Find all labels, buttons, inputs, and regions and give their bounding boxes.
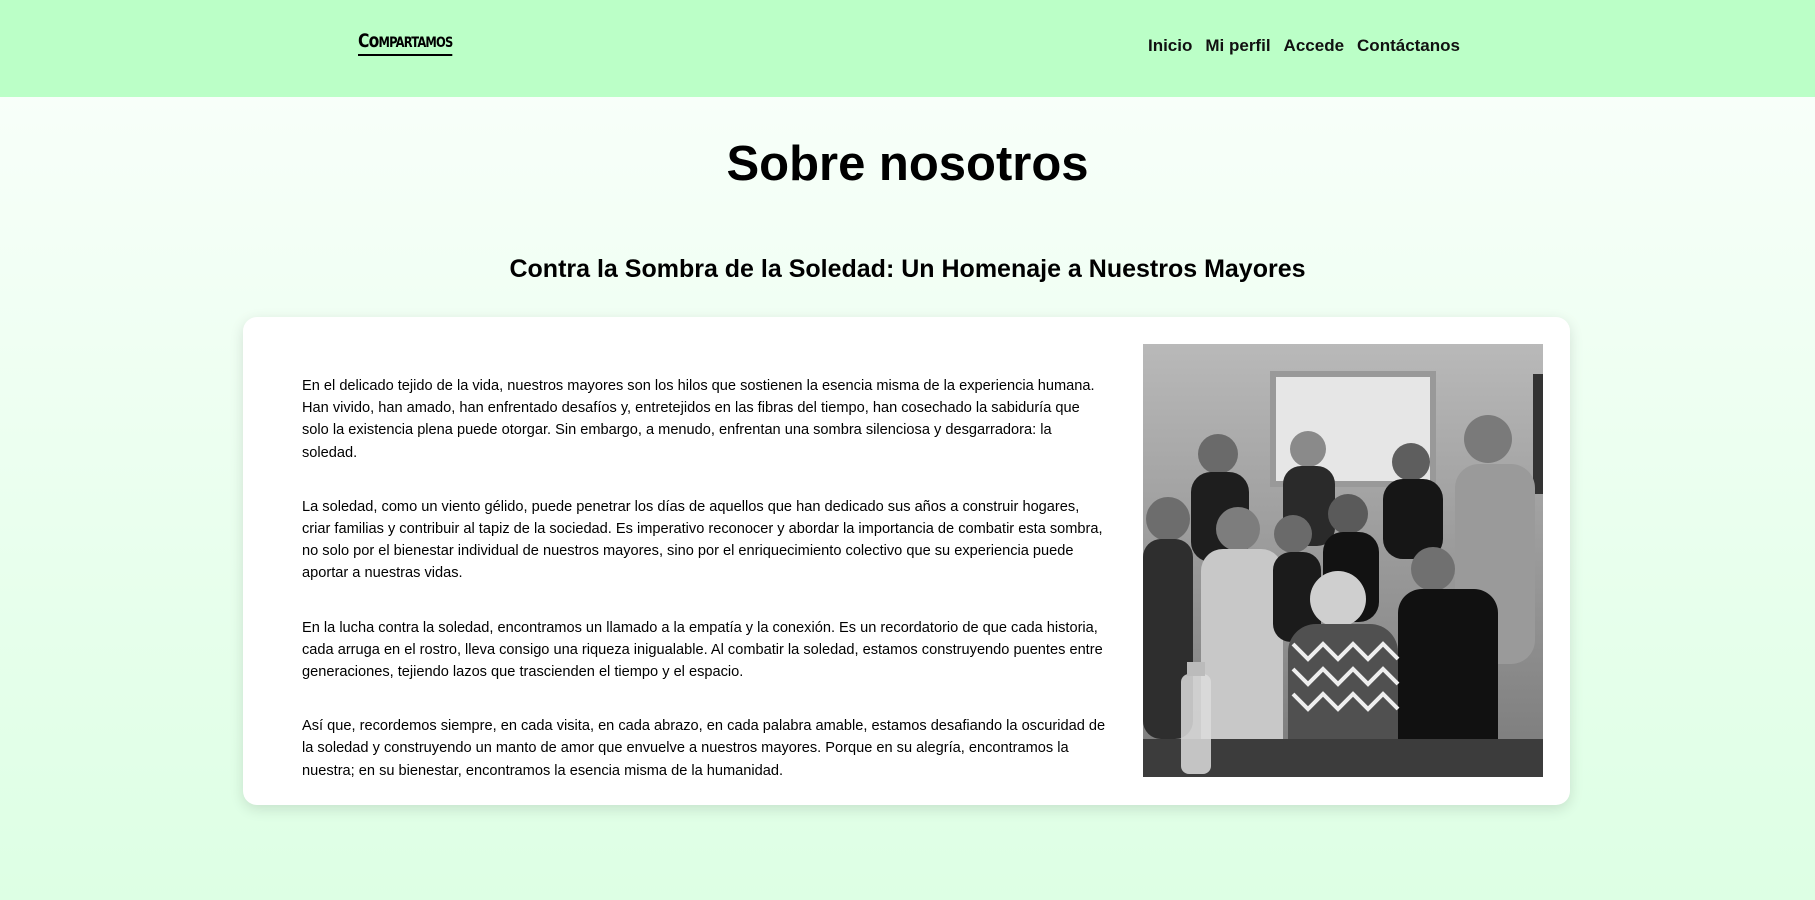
compartamos-logo[interactable]: CoMPARTAMOS: [358, 31, 453, 56]
page-subtitle: Contra la Sombra de la Soledad: Un Homen…: [509, 255, 1306, 283]
group-photo: [1143, 344, 1543, 777]
site-header: CoMPARTAMOS Inicio Mi perfil Accede Cont…: [0, 0, 1815, 97]
page-title: Sobre nosotros: [726, 137, 1089, 191]
about-card: En el delicado tejido de la vida, nuestr…: [243, 317, 1570, 805]
nav-mi-perfil[interactable]: Mi perfil: [1205, 36, 1270, 56]
nav-contactanos[interactable]: Contáctanos: [1357, 36, 1460, 56]
main-nav: Inicio Mi perfil Accede Contáctanos: [1148, 36, 1460, 56]
paragraph-1: En el delicado tejido de la vida, nuestr…: [302, 378, 1095, 461]
nav-inicio[interactable]: Inicio: [1148, 36, 1192, 56]
group-photo-icon: [1143, 344, 1543, 777]
about-text: En el delicado tejido de la vida, nuestr…: [302, 375, 1107, 814]
paragraph-2: La soledad, como un viento gélido, puede…: [302, 498, 1103, 582]
paragraph-4: Así que, recordemos siempre, en cada vis…: [302, 718, 1106, 779]
paragraph-3: En la lucha contra la soledad, encontram…: [302, 619, 1103, 681]
nav-accede[interactable]: Accede: [1284, 36, 1344, 56]
